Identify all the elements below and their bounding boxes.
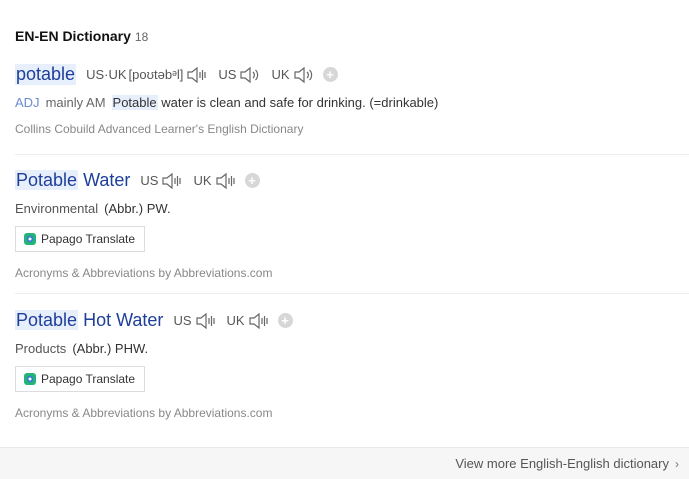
- divider: [15, 154, 689, 155]
- speaker-icon[interactable]: [161, 171, 183, 191]
- dictionary-entry-potable-hot-water: Potable Hot Water US UK + Products (Abbr…: [15, 310, 689, 420]
- papago-logo-icon: [24, 233, 36, 245]
- headword-link[interactable]: potable: [15, 64, 77, 85]
- headword-rest: Water: [83, 170, 131, 190]
- speaker-icon[interactable]: [195, 311, 217, 331]
- pronunciation-us-uk: US·UK [poʊtəbᵊl]: [86, 65, 208, 85]
- headword-highlight: Potable: [15, 170, 79, 190]
- definition-text: (Abbr.) PHW.: [72, 341, 149, 356]
- pron-label: US: [218, 67, 237, 82]
- add-icon[interactable]: +: [322, 67, 338, 82]
- pronunciation-us: US: [173, 311, 216, 331]
- definition-text: water is clean and safe for drinking. (=…: [161, 95, 439, 110]
- headword-rest: Hot Water: [83, 310, 164, 330]
- papago-translate-button[interactable]: Papago Translate: [15, 366, 146, 392]
- chevron-right-icon: ›: [675, 456, 679, 471]
- headword-link[interactable]: Potable Water: [15, 170, 130, 191]
- source-label: Acronyms & Abbreviations by Abbreviation…: [15, 266, 273, 280]
- usage-label: mainly AM: [45, 95, 106, 110]
- headword-highlight: Potable: [15, 310, 79, 330]
- source-label: Acronyms & Abbreviations by Abbreviation…: [15, 406, 273, 420]
- section-title: EN-EN Dictionary: [15, 28, 131, 44]
- dictionary-entry-potable-water: Potable Water US UK + Environmental (Abb…: [15, 170, 689, 280]
- pron-label: US: [173, 313, 192, 328]
- pron-label: UK: [226, 313, 245, 328]
- category-label: Products: [15, 341, 67, 356]
- add-icon[interactable]: +: [277, 313, 293, 328]
- papago-translate-label: Papago Translate: [41, 232, 136, 246]
- speaker-icon[interactable]: [293, 65, 315, 85]
- divider: [15, 293, 689, 294]
- pron-label: US·UK: [86, 67, 127, 82]
- section-count: 18: [134, 30, 149, 44]
- papago-translate-button[interactable]: Papago Translate: [15, 226, 146, 252]
- section-header: EN-EN Dictionary 18: [15, 28, 148, 44]
- speaker-icon[interactable]: [248, 311, 270, 331]
- footer-bar: View more English-English dictionary ›: [0, 447, 689, 479]
- papago-logo-icon: [24, 373, 36, 385]
- phonetic-text: [poʊtəbᵊl]: [128, 67, 184, 82]
- pronunciation-uk: UK: [271, 65, 314, 85]
- definition-row: Products (Abbr.) PHW.: [15, 341, 689, 356]
- pronunciation-uk: UK: [193, 171, 236, 191]
- pronunciation-us: US: [140, 171, 183, 191]
- add-icon[interactable]: +: [244, 173, 260, 188]
- part-of-speech: ADJ: [15, 95, 40, 110]
- view-more-label: View more English-English dictionary: [455, 456, 669, 471]
- pron-label: US: [140, 173, 159, 188]
- pron-label: UK: [193, 173, 212, 188]
- view-more-link[interactable]: View more English-English dictionary ›: [455, 456, 679, 471]
- category-label: Environmental: [15, 201, 99, 216]
- pronunciation-us: US: [218, 65, 261, 85]
- speaker-icon[interactable]: [186, 65, 208, 85]
- papago-translate-label: Papago Translate: [41, 372, 136, 386]
- pronunciation-uk: UK: [227, 311, 270, 331]
- pron-label: UK: [271, 67, 290, 82]
- headword-link[interactable]: Potable Hot Water: [15, 310, 163, 331]
- definition-row: Environmental (Abbr.) PW.: [15, 201, 689, 216]
- definition-text: (Abbr.) PW.: [104, 201, 171, 216]
- speaker-icon[interactable]: [239, 65, 261, 85]
- source-label: Collins Cobuild Advanced Learner's Engli…: [15, 122, 304, 136]
- speaker-icon[interactable]: [215, 171, 237, 191]
- definition-highlight: Potable: [111, 95, 158, 110]
- definition-row: ADJ mainly AM Potable water is clean and…: [15, 95, 689, 110]
- dictionary-entry-potable: potable US·UK [poʊtəbᵊl] US UK + ADJ mai…: [15, 64, 689, 136]
